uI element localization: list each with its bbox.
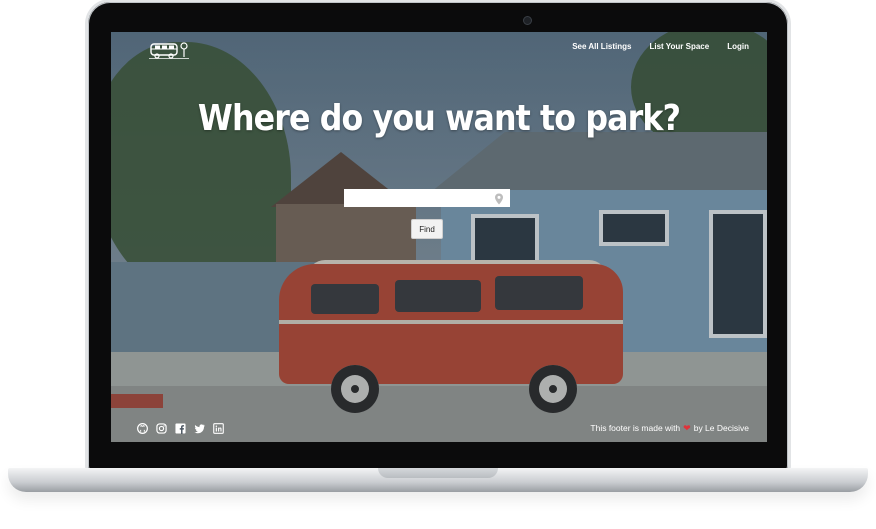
- map-pin-icon: [494, 192, 504, 205]
- footer-text-before: This footer is made with: [590, 423, 681, 433]
- footer-text-after: by Le Decisive: [693, 423, 749, 433]
- footer-credit: This footer is made with ❤ by Le Decisiv…: [590, 423, 749, 433]
- location-search[interactable]: [344, 189, 510, 209]
- twitter-icon[interactable]: [194, 421, 205, 434]
- location-search-input[interactable]: [344, 190, 500, 209]
- heart-icon: ❤: [683, 422, 691, 433]
- github-icon[interactable]: [137, 421, 148, 434]
- nav-list-your-space[interactable]: List Your Space: [649, 42, 709, 51]
- top-nav: See All Listings List Your Space Login: [572, 42, 749, 51]
- facebook-icon[interactable]: [175, 421, 186, 434]
- website-screen: See All Listings List Your Space Login W…: [111, 32, 767, 442]
- laptop-notch: [378, 468, 498, 478]
- van-logo-icon[interactable]: [149, 40, 189, 60]
- find-button[interactable]: Find: [411, 219, 443, 239]
- linkedin-icon[interactable]: [213, 421, 224, 434]
- webcam: [523, 16, 532, 25]
- instagram-icon[interactable]: [156, 421, 167, 434]
- nav-login[interactable]: Login: [727, 42, 749, 51]
- social-links: [137, 421, 224, 434]
- hero-title: Where do you want to park?: [197, 98, 681, 139]
- nav-see-all-listings[interactable]: See All Listings: [572, 42, 631, 51]
